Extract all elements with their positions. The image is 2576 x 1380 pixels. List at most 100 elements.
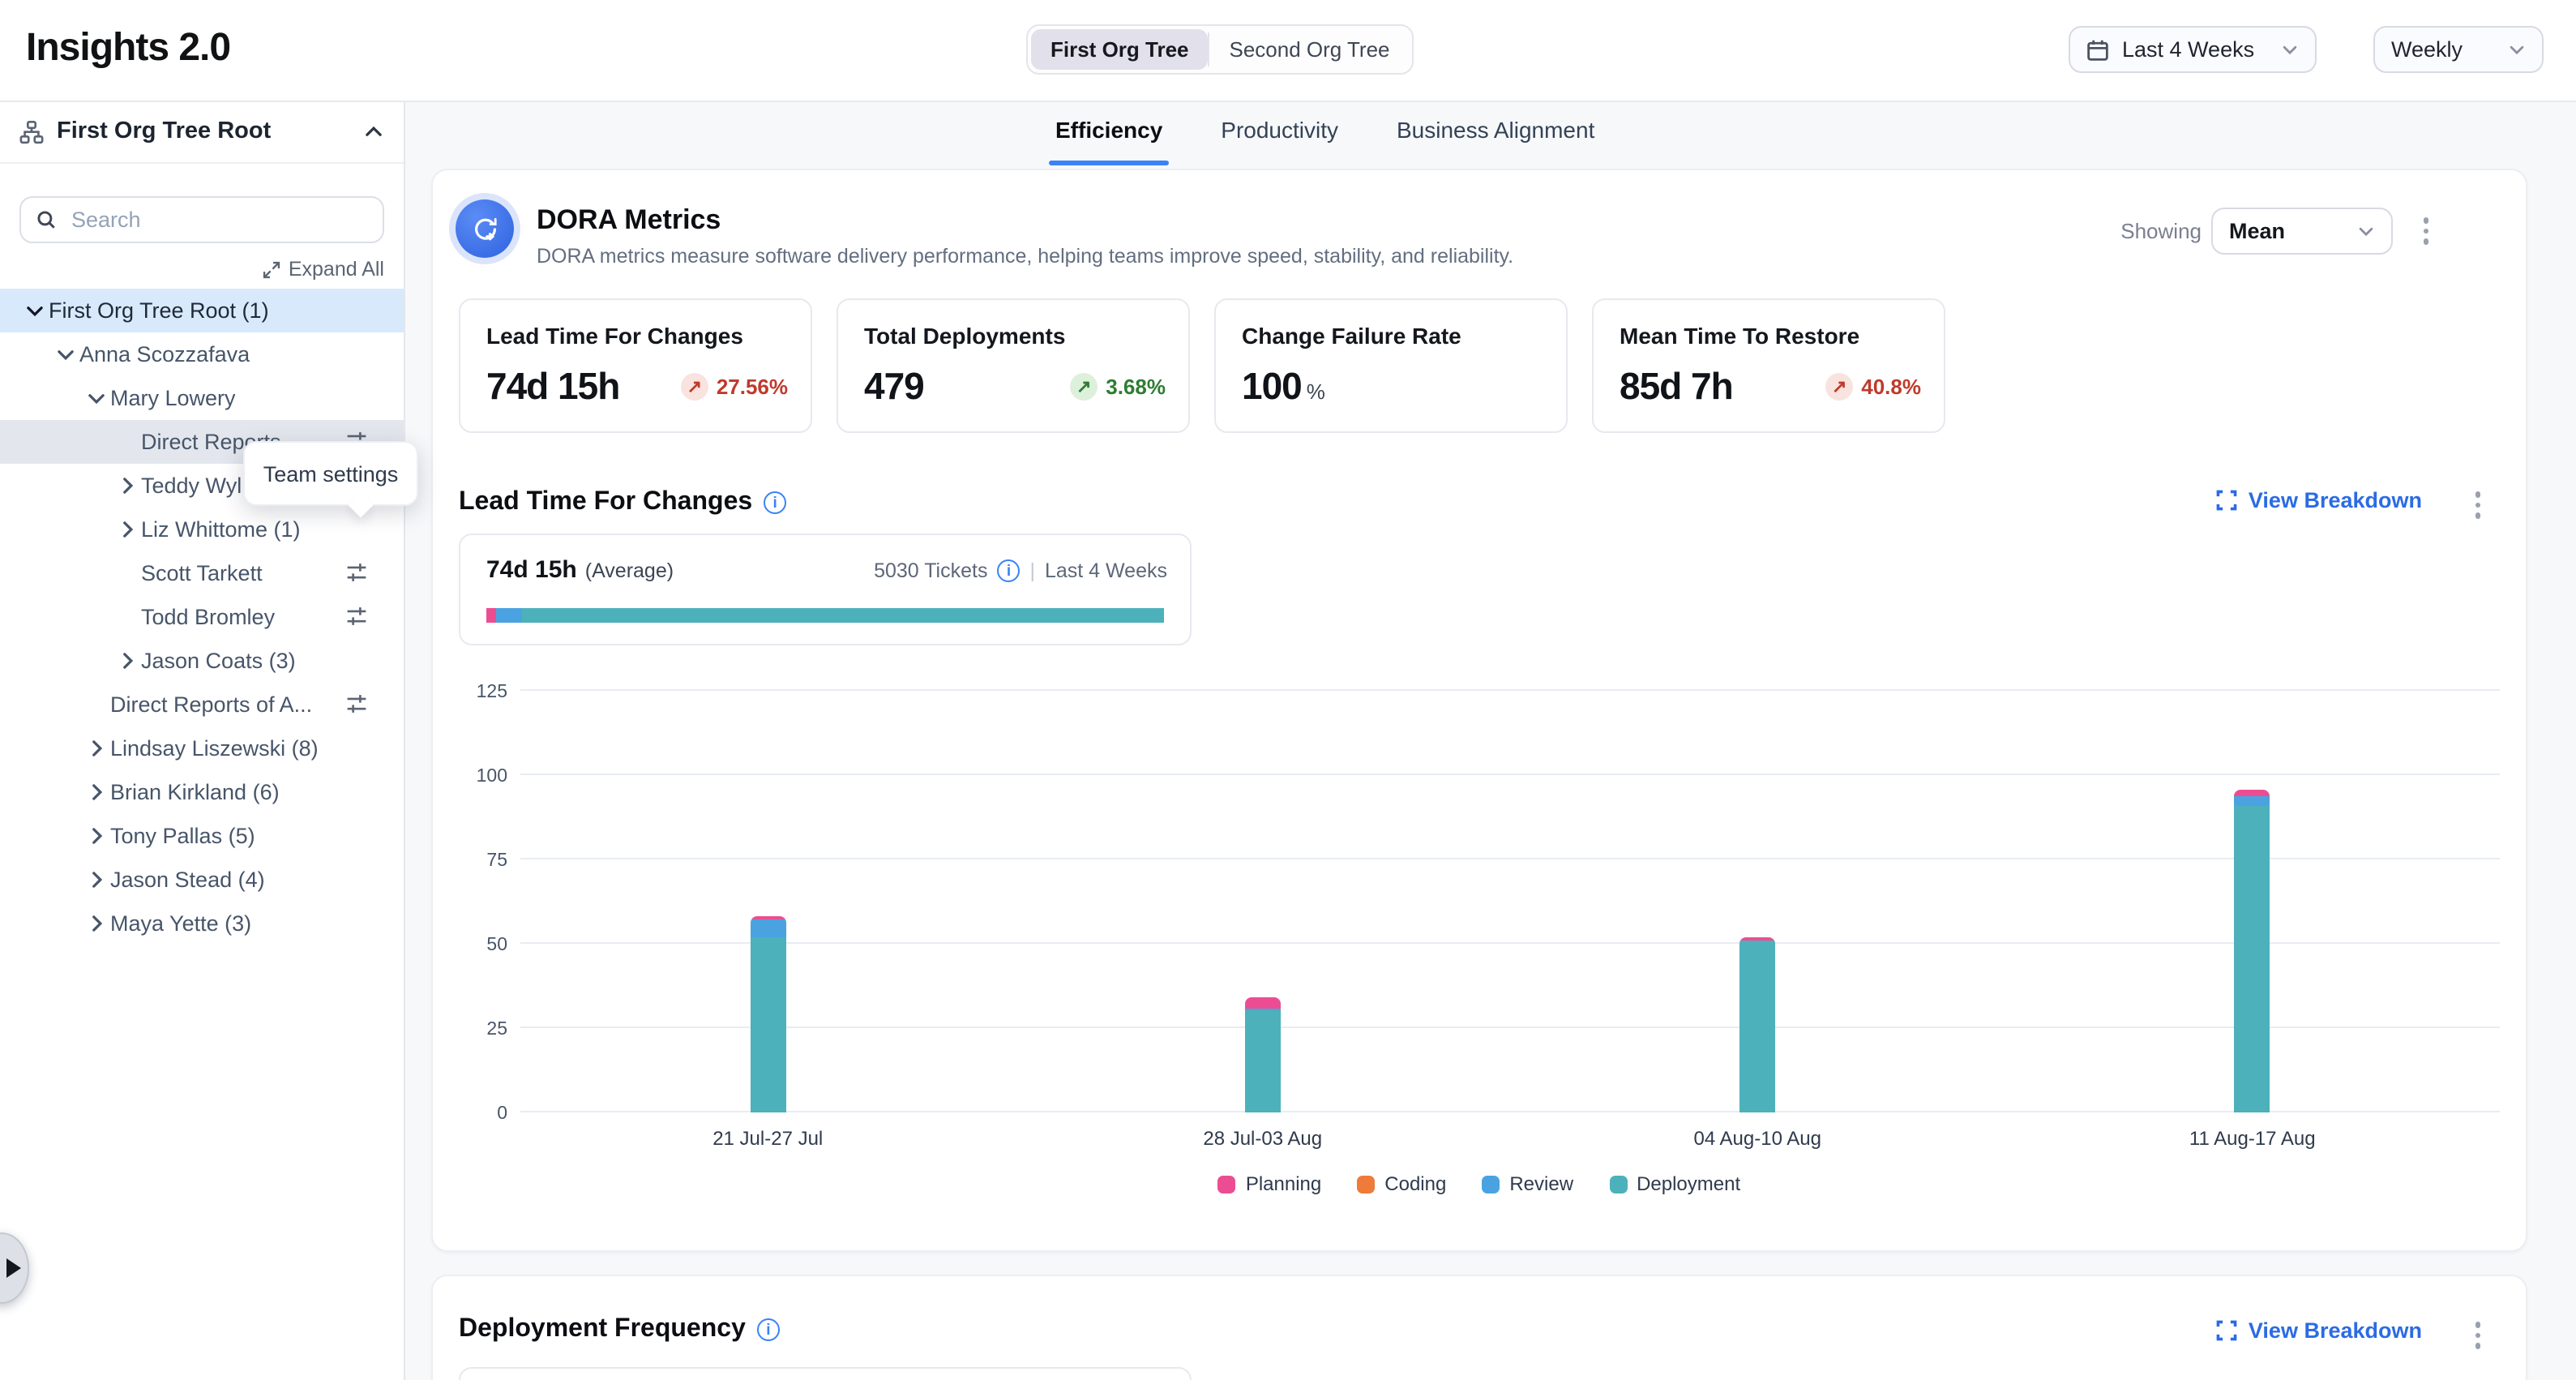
delta-badge: ↗40.8% [1825,373,1921,401]
lead-time-section-title: Lead Time For Changes [459,488,752,517]
tree-item-label: Todd Bromley [141,605,275,629]
metric-card[interactable]: Mean Time To Restore85d 7h↗40.8% [1592,298,1945,433]
team-settings-icon[interactable] [345,561,368,584]
stacked-bar[interactable] [1245,998,1281,1112]
separator: | [1029,559,1035,582]
tree-item[interactable]: Mary Lowery [0,376,404,420]
chevron-down-icon[interactable] [19,300,49,321]
chevron-right-icon[interactable] [81,869,110,890]
legend-swatch [1482,1175,1500,1193]
tickets-info-icon[interactable]: i [997,559,1020,582]
calendar-icon [2086,38,2109,61]
mini-bar-segment-planning [486,608,496,623]
metric-card[interactable]: Total Deployments479↗3.68% [837,298,1190,433]
search-box[interactable] [19,196,384,243]
chevron-right-icon[interactable] [112,475,141,496]
second-org-tree-button[interactable]: Second Org Tree [1210,29,1410,70]
bar-segment-deployment [1245,1009,1281,1112]
sidebar-header: First Org Tree Root [0,101,404,164]
stacked-bar[interactable] [1739,937,1775,1112]
showing-label: Showing [2120,219,2202,243]
chevron-right-icon[interactable] [112,519,141,540]
stacked-bar[interactable] [750,917,785,1112]
chevron-down-icon[interactable] [81,388,110,409]
deployment-frequency-view-breakdown-button[interactable]: View Breakdown [2216,1318,2422,1343]
dora-description: DORA metrics measure software delivery p… [537,245,1513,268]
date-range-value: Last 4 Weeks [2122,37,2268,62]
mini-bar-segment-review [496,608,522,623]
org-chart-icon [19,119,44,144]
tab-productivity[interactable]: Productivity [1221,117,1338,165]
chevron-right-icon[interactable] [81,782,110,803]
tree-item[interactable]: Direct Reports of A... [0,683,404,726]
tree-item-label: Brian Kirkland (6) [110,780,280,804]
metric-card[interactable]: Lead Time For Changes74d 15h↗27.56% [459,298,812,433]
bar-segment-deployment [750,937,785,1112]
chevron-right-icon[interactable] [81,825,110,846]
info-icon[interactable]: i [764,491,786,514]
legend-item-deployment: Deployment [1609,1172,1740,1195]
chevron-right-icon[interactable] [81,913,110,934]
tab-efficiency[interactable]: Efficiency [1055,117,1162,165]
tree-item[interactable]: Scott Tarkett [0,551,404,595]
legend-label: Deployment [1637,1172,1740,1195]
chevron-down-icon[interactable] [50,344,79,365]
tree-item[interactable]: Brian Kirkland (6) [0,770,404,814]
tree-item[interactable]: First Org Tree Root (1) [0,289,404,332]
arrow-right-icon [6,1258,21,1278]
date-range-select[interactable]: Last 4 Weeks [2069,26,2317,73]
tree-item[interactable]: Anna Scozzafava [0,332,404,376]
first-org-tree-button[interactable]: First Org Tree [1031,29,1209,70]
metric-card-title: Lead Time For Changes [486,323,785,349]
stage-distribution-bar [486,608,1164,623]
lead-time-menu-button[interactable] [2475,491,2480,518]
team-settings-tooltip: Team settings [243,441,418,506]
info-icon[interactable]: i [757,1318,780,1341]
tree-item[interactable]: Jason Coats (3) [0,639,404,683]
metric-card-title: Change Failure Rate [1242,323,1540,349]
tree-item[interactable]: Liz Whittome (1) [0,508,404,551]
delta-value: 40.8% [1861,375,1921,399]
legend-item-planning: Planning [1218,1172,1321,1195]
granularity-select[interactable]: Weekly [2373,26,2544,73]
team-settings-icon[interactable] [345,605,368,628]
tab-business-alignment[interactable]: Business Alignment [1397,117,1594,165]
tree-item[interactable]: Maya Yette (3) [0,902,404,945]
lead-time-chart: 0255075100125 [520,691,2500,1112]
bar-segment-review [750,920,785,937]
chevron-right-icon[interactable] [112,650,141,671]
dora-menu-button[interactable] [2423,217,2428,244]
y-axis-tick-label: 125 [456,683,507,702]
trend-up-icon: ↗ [681,373,708,401]
x-axis-label: 21 Jul-27 Jul [520,1127,1016,1150]
collapse-panel-icon[interactable] [363,121,384,142]
average-qualifier: (Average) [585,559,674,582]
deployment-frequency-card: Deployment Frequency i View Breakdown [431,1275,2527,1380]
metric-unit: % [1307,379,1324,404]
bar-segment-review [2235,795,2270,805]
expand-all-button[interactable]: Expand All [263,258,384,281]
mini-bar-segment-deployment [521,608,1164,623]
stacked-bar[interactable] [2235,791,2270,1112]
team-settings-icon[interactable] [345,692,368,715]
tree-item[interactable]: Tony Pallas (5) [0,814,404,858]
tree-item[interactable]: Todd Bromley [0,595,404,639]
showing-select[interactable]: Mean [2211,208,2393,255]
legend-item-review: Review [1482,1172,1573,1195]
tree-item[interactable]: Lindsay Liszewski (8) [0,726,404,770]
tree-item[interactable]: Jason Stead (4) [0,858,404,902]
tree-item-label: Liz Whittome (1) [141,517,301,542]
delta-badge: ↗3.68% [1070,373,1166,401]
chevron-right-icon[interactable] [81,738,110,759]
metric-card[interactable]: Change Failure Rate100% [1214,298,1568,433]
deployment-frequency-menu-button[interactable] [2475,1322,2480,1348]
lead-time-view-breakdown-button[interactable]: View Breakdown [2216,488,2422,512]
chevron-down-icon [2508,41,2526,58]
search-input[interactable] [68,206,368,234]
y-axis-tick-label: 0 [456,1104,507,1124]
app-title: Insights 2.0 [26,26,230,71]
top-header: Insights 2.0 First Org Tree Second Org T… [0,0,2576,102]
legend-label: Planning [1246,1172,1321,1195]
legend-item-coding: Coding [1357,1172,1446,1195]
bar-segment-deployment [1739,941,1775,1112]
